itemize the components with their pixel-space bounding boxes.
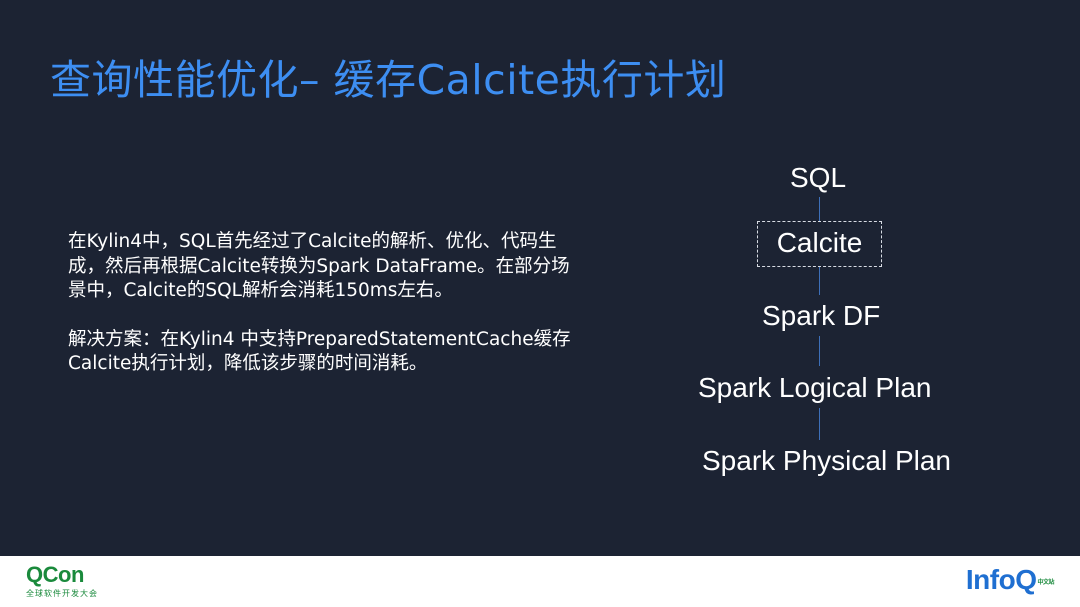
flow-connector <box>819 197 820 221</box>
body-text: 在Kylin4中，SQL首先经过了Calcite的解析、优化、代码生成，然后再根… <box>68 230 588 401</box>
flow-connector <box>819 408 820 440</box>
qcon-logo-text: QCon <box>26 562 84 587</box>
infoq-logo-text: InfoQ <box>965 564 1037 595</box>
slide-title: 查询性能优化– 缓存Calcite执行计划 <box>50 56 727 104</box>
flow-node-calcite: Calcite <box>757 221 882 267</box>
flow-connector <box>819 267 820 295</box>
paragraph-solution: 解决方案：在Kylin4 中支持PreparedStatementCache缓存… <box>68 328 571 375</box>
footer-bar: QCon 全球软件开发大会 InfoQ中文站 <box>0 556 1080 607</box>
paragraph-context: 在Kylin4中，SQL首先经过了Calcite的解析、优化、代码生成，然后再根… <box>68 231 570 301</box>
infoq-logo-mark: 中文站 <box>1037 580 1054 587</box>
flow-node-spark-logical-plan: Spark Logical Plan <box>698 372 932 403</box>
infoq-logo: InfoQ中文站 <box>965 564 1055 596</box>
flow-node-spark-physical-plan: Spark Physical Plan <box>702 445 952 476</box>
qcon-logo-subtitle: 全球软件开发大会 <box>26 589 98 598</box>
flow-connector <box>819 336 820 366</box>
execution-flow-diagram: SQL Calcite Spark DF Spark Logical Plan … <box>680 150 980 490</box>
qcon-logo: QCon 全球软件开发大会 <box>26 564 98 599</box>
flow-node-spark-df: Spark DF <box>762 300 881 331</box>
slide: 查询性能优化– 缓存Calcite执行计划 在Kylin4中，SQL首先经过了C… <box>0 0 1080 556</box>
flow-node-sql: SQL <box>790 162 847 193</box>
